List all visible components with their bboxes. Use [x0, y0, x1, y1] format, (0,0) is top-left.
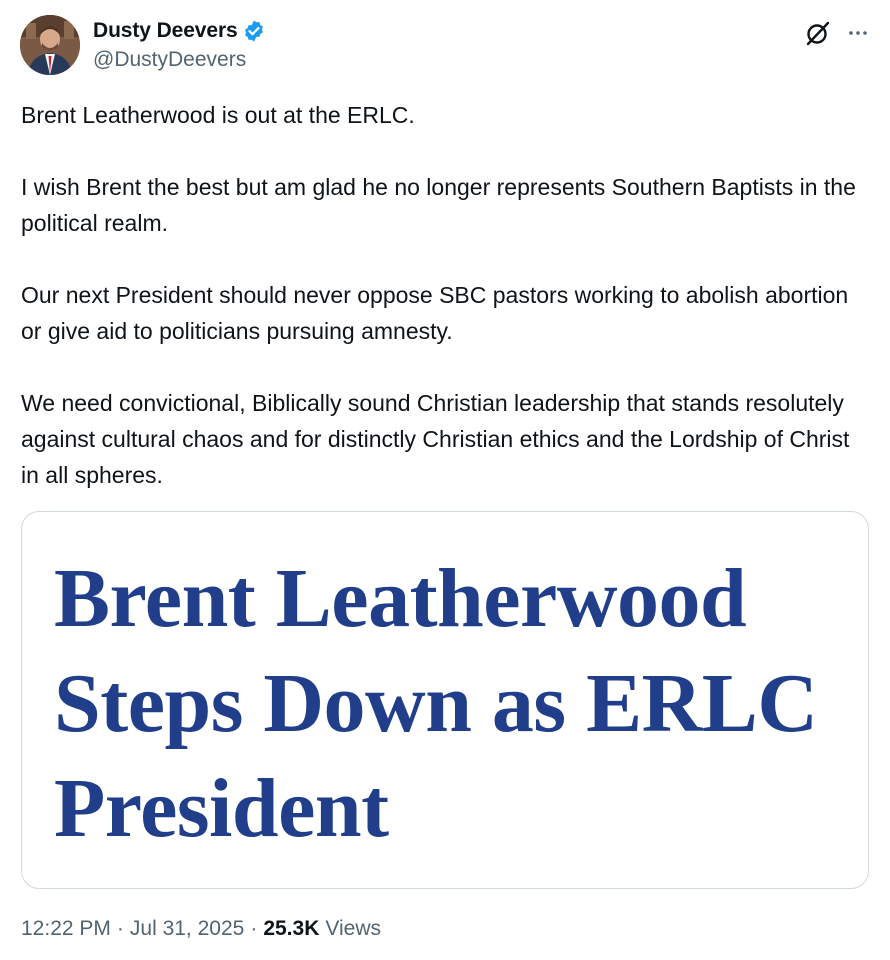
- tweet-text: Brent Leatherwood is out at the ERLC. I …: [21, 97, 871, 493]
- headline-line: Steps Down as ERLC: [54, 657, 818, 750]
- views-count[interactable]: 25.3K: [263, 917, 319, 941]
- tweet-paragraph: Our next President should never oppose S…: [21, 282, 849, 344]
- tweet-paragraph: We need convictional, Biblically sound C…: [21, 390, 850, 488]
- headline-line: Brent Leatherwood: [54, 552, 747, 645]
- more-icon[interactable]: [846, 21, 870, 45]
- tweet-paragraph: I wish Brent the best but am glad he no …: [21, 174, 856, 236]
- meta-separator: ·: [250, 917, 258, 940]
- tweet-paragraph: Brent Leatherwood is out at the ERLC.: [21, 102, 415, 128]
- handle[interactable]: @DustyDeevers: [93, 48, 266, 72]
- tweet-meta: 12:22 PM · Jul 31, 2025 · 25.3K Views: [21, 917, 381, 941]
- media-card[interactable]: Brent Leatherwood Steps Down as ERLC Pre…: [21, 511, 869, 889]
- display-name[interactable]: Dusty Deevers: [93, 19, 238, 43]
- tweet-time[interactable]: 12:22 PM: [21, 917, 111, 941]
- views-label[interactable]: Views: [325, 917, 381, 941]
- avatar-photo: [20, 15, 80, 75]
- media-headline: Brent Leatherwood Steps Down as ERLC Pre…: [54, 546, 854, 861]
- avatar[interactable]: [20, 15, 80, 75]
- verified-badge-icon[interactable]: [242, 19, 266, 43]
- headline-line: President: [54, 762, 389, 855]
- tweet-date[interactable]: Jul 31, 2025: [130, 917, 244, 941]
- grok-icon[interactable]: [804, 19, 832, 47]
- tweet-header: Dusty Deevers @DustyDeevers: [20, 15, 870, 77]
- meta-separator: ·: [116, 917, 124, 940]
